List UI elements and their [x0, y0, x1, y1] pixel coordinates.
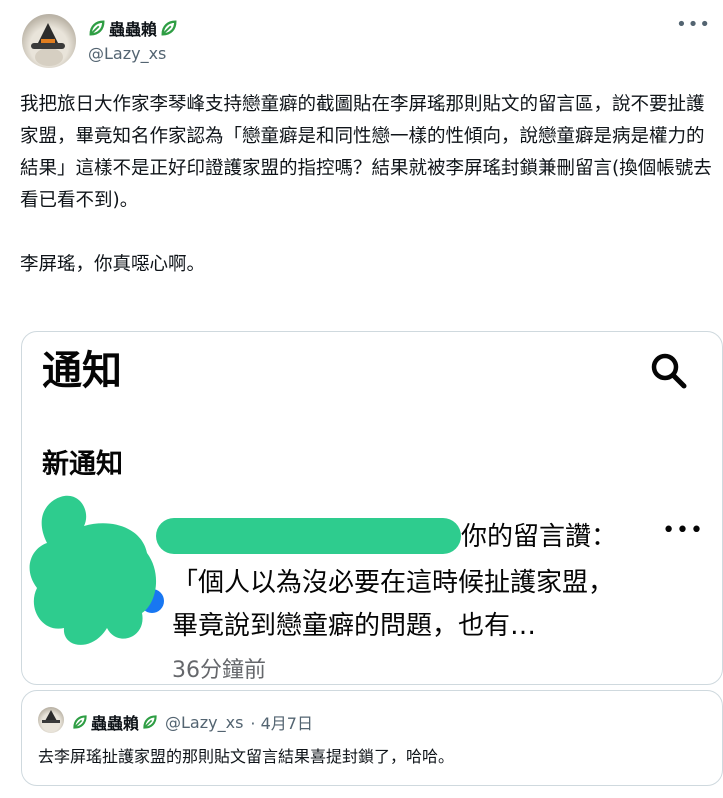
author-handle[interactable]: @Lazy_xs — [88, 44, 166, 63]
tweet-text: 我把旅日大作家李琴峰支持戀童癖的截圖貼在李屏瑤那則貼文的留言區，說不要扯護家盟，… — [20, 94, 712, 275]
section-label: 新通知 — [42, 449, 123, 480]
quoted-avatar — [38, 707, 64, 733]
notification-more-icon[interactable]: ••• — [662, 518, 704, 543]
more-options-icon[interactable]: ••• — [676, 14, 711, 35]
screenshot-card[interactable]: 通知 新通知 你的留言讚： ••• 「個人以為沒必要在這時候扯護家盟，畢竟說到戀… — [21, 331, 723, 685]
author-name-row[interactable]: 蟲蟲賴 — [88, 16, 178, 40]
quoted-handle: @Lazy_xs — [165, 712, 244, 732]
leaf-emoji-icon — [89, 20, 105, 36]
quoted-text: 去李屏瑤扯護家盟的那則貼文留言結果喜提封鎖了，哈哈。 — [38, 747, 455, 766]
leaf-emoji-icon — [143, 715, 157, 729]
leaf-emoji-icon — [161, 20, 177, 36]
card-title: 通知 — [42, 348, 122, 394]
search-icon — [651, 353, 687, 389]
redaction-bar — [156, 518, 461, 554]
notification-time: 36分鐘前 — [172, 658, 266, 683]
author-display-name[interactable]: 蟲蟲賴 — [109, 16, 157, 40]
author-avatar[interactable] — [22, 14, 76, 68]
quoted-tweet[interactable]: 蟲蟲賴 @Lazy_xs · 4月7日 去李屏瑤扯護家盟的那則貼文留言結果喜提封… — [21, 690, 723, 786]
quoted-date: · 4月7日 — [250, 714, 313, 733]
quoted-display-name: 蟲蟲賴 — [91, 714, 140, 733]
leaf-emoji-icon — [73, 715, 87, 729]
notification-quote: 「個人以為沒必要在這時候扯護家盟，畢竟說到戀童癖的問題，也有… — [172, 568, 615, 641]
quoted-header: 蟲蟲賴 @Lazy_xs · 4月7日 — [72, 710, 313, 734]
